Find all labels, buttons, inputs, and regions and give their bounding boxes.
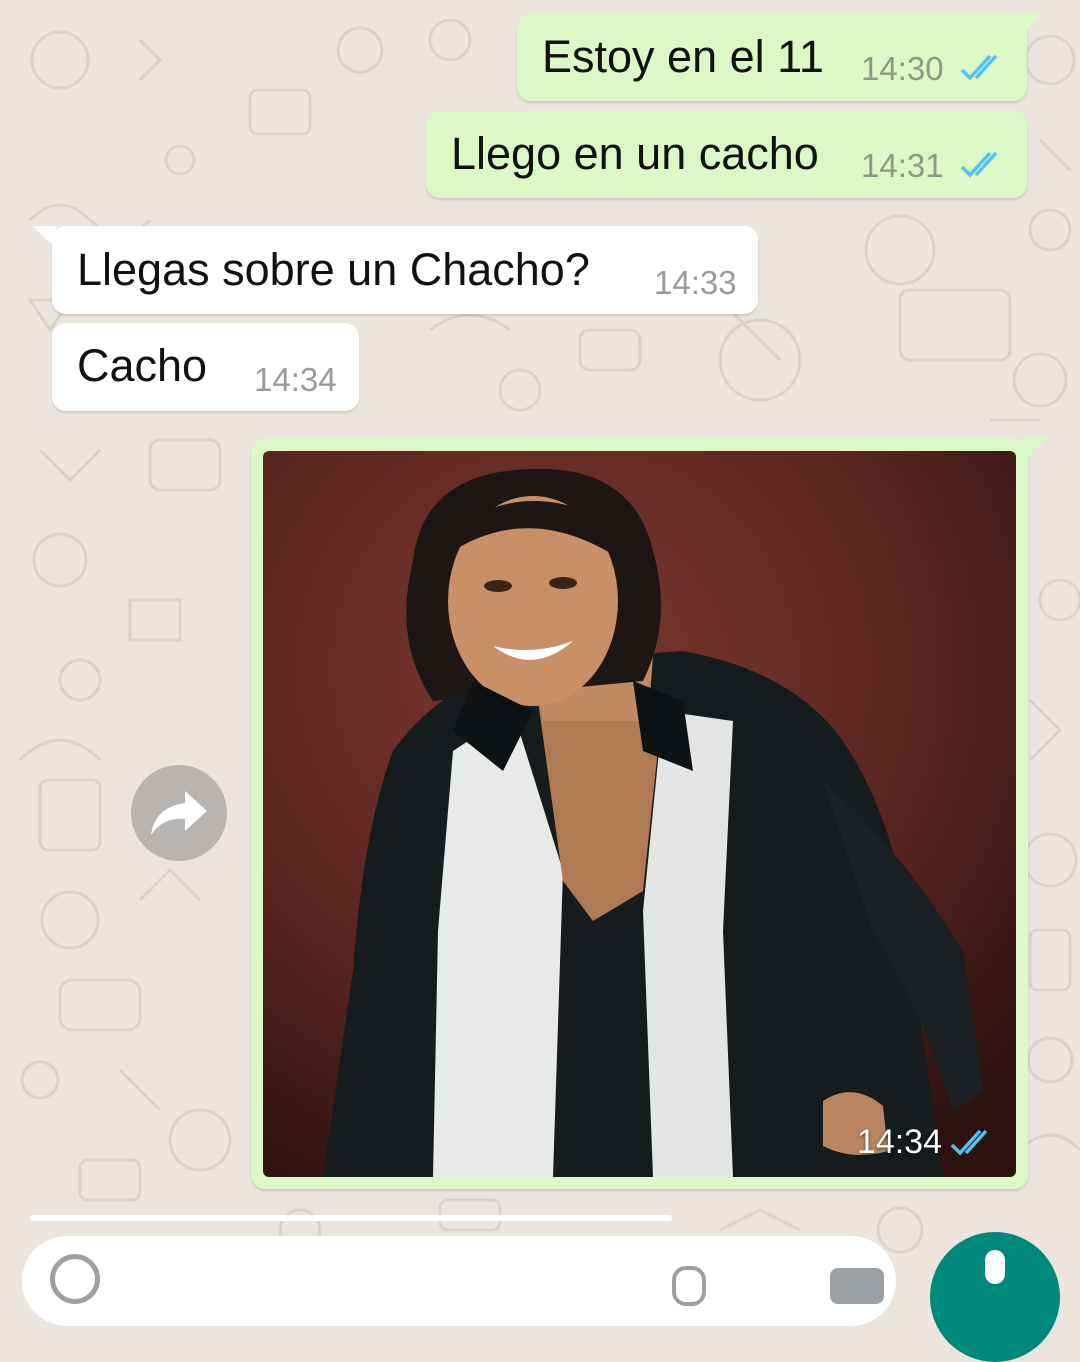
emoji-icon[interactable] <box>50 1254 100 1304</box>
message-input-bar[interactable] <box>22 1236 896 1326</box>
message-timestamp: 14:34 <box>254 361 337 398</box>
shared-photo[interactable]: 14:34 <box>263 451 1016 1177</box>
bubble-tail <box>1019 14 1041 30</box>
message-timestamp: 14:30 <box>861 50 944 87</box>
bubble-tail <box>32 226 56 248</box>
read-ticks-icon <box>960 151 998 178</box>
read-ticks-icon <box>960 54 998 81</box>
message-text: Estoy en el 11 <box>542 31 824 82</box>
message-text: Llegas sobre un Chacho? <box>77 244 590 295</box>
mic-button[interactable] <box>930 1232 1060 1362</box>
composer-divider <box>30 1215 672 1221</box>
outgoing-message-bubble[interactable]: Llego en un cacho 14:31 <box>426 111 1027 198</box>
message-text: Llego en un cacho <box>451 128 819 179</box>
portrait-photo <box>263 451 1016 1177</box>
photo-timestamp: 14:34 <box>856 1123 942 1161</box>
message-text: Cacho <box>77 340 208 391</box>
forward-arrow-icon <box>151 791 207 835</box>
message-timestamp: 14:33 <box>654 264 737 301</box>
attach-icon[interactable] <box>672 1266 706 1306</box>
bubble-tail <box>1024 438 1048 460</box>
mic-icon <box>985 1250 1005 1284</box>
incoming-message-bubble[interactable]: Llegas sobre un Chacho? 14:33 <box>32 226 758 314</box>
message-timestamp: 14:31 <box>861 147 944 184</box>
forward-button[interactable] <box>131 765 227 861</box>
read-ticks-icon <box>950 1129 988 1156</box>
camera-icon[interactable] <box>830 1268 884 1304</box>
outgoing-message-bubble[interactable]: Estoy en el 11 14:30 <box>517 14 1041 101</box>
incoming-message-bubble[interactable]: Cacho 14:34 <box>52 323 359 411</box>
